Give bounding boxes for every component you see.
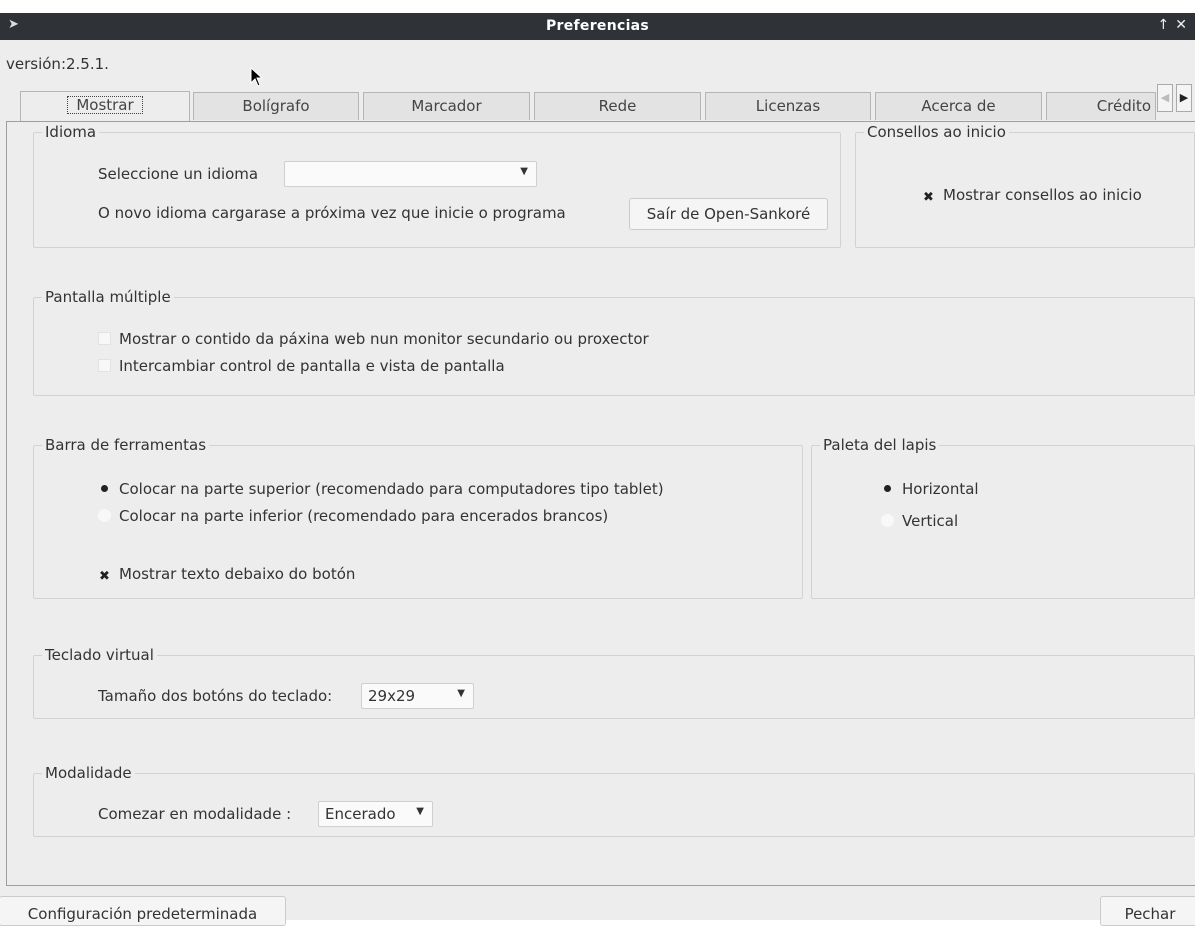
chevron-down-icon: ▼: [457, 688, 465, 699]
maximize-icon[interactable]: ↑: [1158, 17, 1176, 33]
tab-boligrafo[interactable]: Bolígrafo: [193, 92, 359, 120]
group-idioma: Idioma Seleccione un idioma ▼ O novo idi…: [33, 123, 841, 248]
tab-creditos[interactable]: Crédito: [1046, 92, 1156, 120]
mouse-cursor-icon: [250, 67, 264, 87]
chevron-down-icon: ▼: [520, 166, 528, 177]
tab-scroll-left-icon[interactable]: ◀: [1157, 84, 1173, 112]
legend-consellos: Consellos ao inicio: [867, 123, 1006, 141]
legend-modalidade: Modalidade: [45, 764, 132, 782]
tab-licenzas[interactable]: Licenzas: [705, 92, 871, 120]
title-bar: ➤ Preferencias ↑✕: [0, 13, 1195, 40]
group-barra-ferramentas: Barra de ferramentas Colocar na parte su…: [33, 436, 803, 599]
language-select[interactable]: ▼: [284, 161, 537, 187]
default-settings-button[interactable]: Configuración predeterminada: [0, 896, 286, 926]
version-label: versión:2.5.1.: [6, 55, 109, 73]
window-title: Preferencias: [545, 18, 650, 34]
legend-teclado: Teclado virtual: [45, 646, 154, 664]
tab-page-mostrar: Idioma Seleccione un idioma ▼ O novo idi…: [6, 121, 1195, 886]
show-tips-checkbox[interactable]: ✖ Mostrar consellos ao inicio: [922, 186, 1142, 204]
legend-paleta: Paleta del lapis: [823, 436, 937, 454]
exit-app-button[interactable]: Saír de Open-Sankoré: [629, 198, 828, 230]
group-modalidade: Modalidade Comezar en modalidade : Encer…: [33, 764, 1195, 837]
close-icon[interactable]: ✕: [1175, 17, 1193, 33]
group-pantalla-multiple: Pantalla múltiple Mostrar o contido da p…: [33, 288, 1195, 396]
close-button[interactable]: Pechar: [1100, 896, 1195, 926]
legend-pantalla: Pantalla múltiple: [45, 288, 171, 306]
language-note: O novo idioma cargarase a próxima vez qu…: [98, 204, 566, 222]
chevron-down-icon: ▼: [416, 806, 424, 817]
show-text-below-checkbox[interactable]: ✖ Mostrar texto debaixo do botón: [98, 565, 355, 583]
tab-scroll-right-icon[interactable]: ▶: [1176, 84, 1192, 112]
tab-rede[interactable]: Rede: [534, 92, 701, 120]
palette-vertical-radio[interactable]: Vertical: [881, 512, 958, 530]
tab-acerca-de[interactable]: Acerca de: [875, 92, 1042, 120]
tab-marcador[interactable]: Marcador: [363, 92, 530, 120]
group-teclado-virtual: Teclado virtual Tamaño dos botóns do tec…: [33, 646, 1195, 719]
toolbar-bottom-radio[interactable]: Colocar na parte inferior (recomendado p…: [98, 507, 608, 525]
checkbox-checked-icon: ✖: [99, 569, 110, 584]
swap-control-view-checkbox[interactable]: Intercambiar control de pantalla e vista…: [98, 357, 505, 375]
tab-mostrar[interactable]: Mostrar: [20, 91, 190, 121]
checkbox-checked-icon: ✖: [923, 190, 934, 205]
palette-horizontal-radio[interactable]: Horizontal: [881, 480, 979, 498]
keyboard-size-select[interactable]: 29x29 ▼: [361, 683, 474, 709]
secondary-monitor-checkbox[interactable]: Mostrar o contido da páxina web nun moni…: [98, 330, 649, 348]
preferences-window: versión:2.5.1. Mostrar Bolígrafo Marcado…: [0, 40, 1195, 926]
start-mode-label: Comezar en modalidade :: [98, 805, 292, 823]
start-mode-select[interactable]: Encerado ▼: [318, 801, 433, 827]
legend-barra: Barra de ferramentas: [45, 436, 207, 454]
legend-idioma: Idioma: [45, 123, 97, 141]
group-consellos: Consellos ao inicio ✖ Mostrar consellos a…: [855, 123, 1195, 248]
toolbar-top-radio[interactable]: Colocar na parte superior (recomendado p…: [98, 480, 664, 498]
language-select-label: Seleccione un idioma: [98, 165, 259, 183]
group-paleta-lapis: Paleta del lapis Horizontal Vertical: [811, 436, 1195, 599]
keyboard-size-label: Tamaño dos botóns do teclado:: [98, 687, 333, 705]
